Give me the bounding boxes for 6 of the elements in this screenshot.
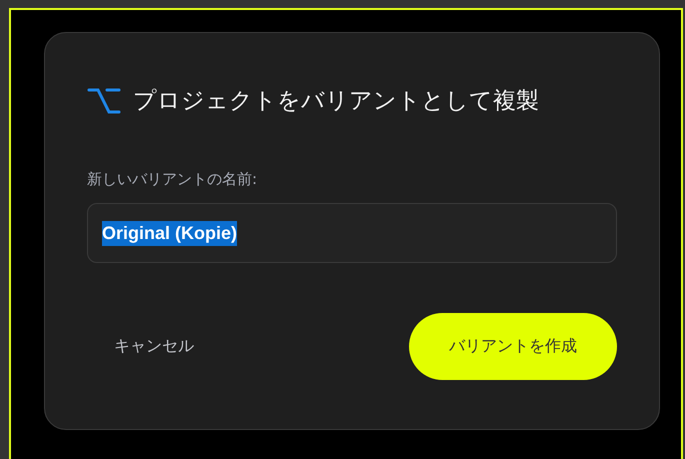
cancel-button[interactable]: キャンセル: [87, 326, 221, 367]
dialog-title: プロジェクトをバリアントとして複製: [133, 87, 539, 116]
input-field[interactable]: Original (Kopie): [87, 203, 617, 263]
branch-icon: [87, 86, 121, 116]
create-button[interactable]: バリアントを作成: [409, 313, 617, 380]
field-label: 新しいバリアントの名前:: [87, 170, 258, 189]
